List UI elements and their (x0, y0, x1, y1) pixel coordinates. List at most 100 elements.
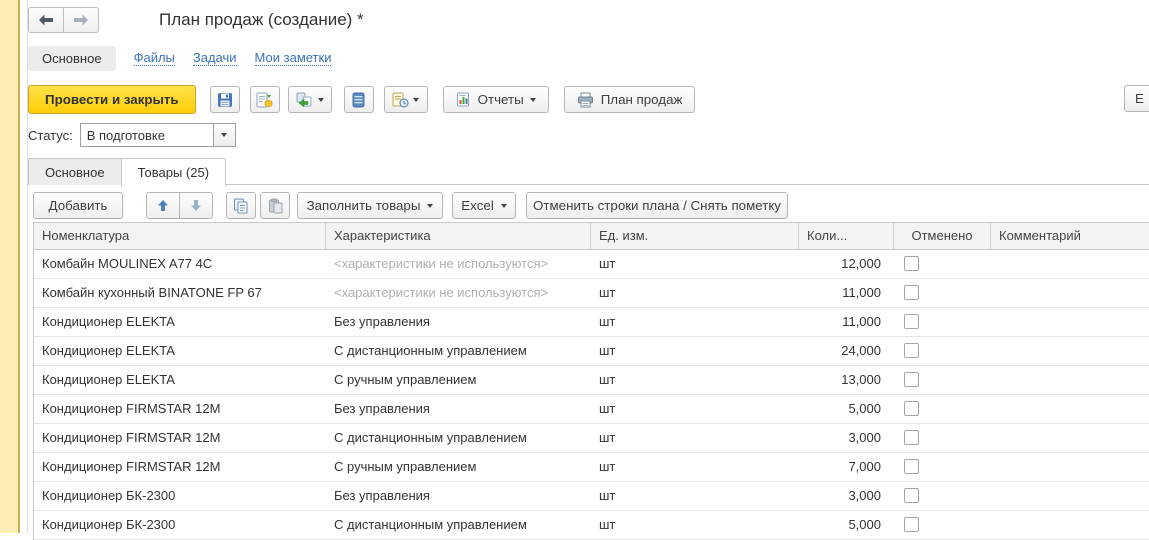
paste-row-button[interactable] (260, 192, 290, 219)
cell-characteristic[interactable]: <характеристики не используются> (326, 279, 591, 307)
cell-quantity[interactable]: 7,000 (799, 453, 894, 481)
add-row-button[interactable]: Добавить (33, 192, 123, 219)
cell-nomenclature[interactable]: Кондиционер ELEKTA (34, 337, 326, 365)
table-row[interactable]: Кондиционер FIRMSTAR 12M Без управления … (34, 395, 1149, 424)
table-row[interactable]: Кондиционер FIRMSTAR 12M С дистанционным… (34, 424, 1149, 453)
create-based-on-button[interactable] (288, 86, 332, 113)
navtab-notes[interactable]: Мои заметки (255, 50, 332, 66)
cell-characteristic[interactable]: С ручным управлением (326, 366, 591, 394)
reports-button[interactable]: Отчеты (443, 86, 549, 113)
cell-nomenclature[interactable]: Кондиционер FIRMSTAR 12M (34, 395, 326, 423)
navtab-main[interactable]: Основное (28, 46, 116, 71)
cell-unit[interactable]: шт (591, 511, 799, 539)
cell-unit[interactable]: шт (591, 279, 799, 307)
cell-nomenclature[interactable]: Кондиционер БК-2300 (34, 511, 326, 539)
post-document-button[interactable] (250, 86, 280, 113)
cancelled-checkbox[interactable] (904, 314, 919, 329)
cell-quantity[interactable]: 5,000 (799, 395, 894, 423)
save-button[interactable] (210, 86, 240, 113)
cell-characteristic[interactable]: С ручным управлением (326, 453, 591, 481)
cell-quantity[interactable]: 24,000 (799, 337, 894, 365)
cell-quantity[interactable]: 3,000 (799, 482, 894, 510)
table-row[interactable]: Кондиционер ELEKTA С дистанционным управ… (34, 337, 1149, 366)
cell-quantity[interactable]: 12,000 (799, 250, 894, 278)
cell-characteristic[interactable]: С дистанционным управлением (326, 337, 591, 365)
cell-nomenclature[interactable]: Комбайн кухонный BINATONE FP 67 (34, 279, 326, 307)
tab-main[interactable]: Основное (28, 158, 122, 185)
cell-unit[interactable]: шт (591, 424, 799, 452)
table-row[interactable]: Кондиционер БК-2300 С дистанционным упра… (34, 511, 1149, 540)
document-schedule-button[interactable] (384, 86, 428, 113)
cell-characteristic[interactable]: <характеристики не используются> (326, 250, 591, 278)
cell-comment[interactable] (991, 424, 1149, 452)
cancelled-checkbox[interactable] (904, 285, 919, 300)
cancelled-checkbox[interactable] (904, 430, 919, 445)
registers-button[interactable] (344, 86, 374, 113)
cell-comment[interactable] (991, 395, 1149, 423)
cell-unit[interactable]: шт (591, 395, 799, 423)
cell-unit[interactable]: шт (591, 453, 799, 481)
table-row[interactable]: Кондиционер FIRMSTAR 12M С ручным управл… (34, 453, 1149, 482)
copy-row-button[interactable] (226, 192, 256, 219)
cell-quantity[interactable]: 3,000 (799, 424, 894, 452)
cell-comment[interactable] (991, 453, 1149, 481)
cancelled-checkbox[interactable] (904, 459, 919, 474)
cell-comment[interactable] (991, 250, 1149, 278)
move-down-button[interactable] (179, 192, 213, 219)
cell-comment[interactable] (991, 366, 1149, 394)
print-plan-button[interactable]: План продаж (564, 86, 696, 113)
cell-unit[interactable]: шт (591, 366, 799, 394)
move-up-button[interactable] (146, 192, 180, 219)
cell-unit[interactable]: шт (591, 308, 799, 336)
status-value[interactable]: В подготовке (80, 123, 214, 147)
cell-unit[interactable]: шт (591, 482, 799, 510)
column-header-comment[interactable]: Комментарий (991, 223, 1149, 249)
table-row[interactable]: Кондиционер ELEKTA Без управления шт 11,… (34, 308, 1149, 337)
cell-nomenclature[interactable]: Кондиционер ELEKTA (34, 366, 326, 394)
column-header-cancelled[interactable]: Отменено (894, 223, 991, 249)
cell-nomenclature[interactable]: Кондиционер FIRMSTAR 12M (34, 424, 326, 452)
cell-nomenclature[interactable]: Кондиционер FIRMSTAR 12M (34, 453, 326, 481)
cell-unit[interactable]: шт (591, 337, 799, 365)
table-row[interactable]: Комбайн MOULINEX A77 4C <характеристики … (34, 250, 1149, 279)
cell-comment[interactable] (991, 308, 1149, 336)
cell-comment[interactable] (991, 482, 1149, 510)
navtab-files[interactable]: Файлы (134, 50, 175, 66)
status-dropdown-button[interactable] (214, 123, 236, 147)
cell-characteristic[interactable]: С дистанционным управлением (326, 511, 591, 539)
status-combobox[interactable]: В подготовке (80, 123, 236, 147)
cancelled-checkbox[interactable] (904, 517, 919, 532)
cell-quantity[interactable]: 11,000 (799, 279, 894, 307)
cancel-plan-rows-button[interactable]: Отменить строки плана / Снять пометку (526, 192, 788, 219)
cell-characteristic[interactable]: Без управления (326, 482, 591, 510)
cell-nomenclature[interactable]: Комбайн MOULINEX A77 4C (34, 250, 326, 278)
post-and-close-button[interactable]: Провести и закрыть (28, 85, 196, 114)
forward-button[interactable] (63, 7, 99, 33)
cell-comment[interactable] (991, 279, 1149, 307)
table-row[interactable]: Кондиционер ELEKTA С ручным управлением … (34, 366, 1149, 395)
cell-comment[interactable] (991, 337, 1149, 365)
cell-nomenclature[interactable]: Кондиционер БК-2300 (34, 482, 326, 510)
cell-characteristic[interactable]: Без управления (326, 395, 591, 423)
cancelled-checkbox[interactable] (904, 343, 919, 358)
cell-nomenclature[interactable]: Кондиционер ELEKTA (34, 308, 326, 336)
column-header-quantity[interactable]: Коли... (799, 223, 894, 249)
column-header-nomenclature[interactable]: Номенклатура (34, 223, 326, 249)
cell-characteristic[interactable]: Без управления (326, 308, 591, 336)
cell-unit[interactable]: шт (591, 250, 799, 278)
cancelled-checkbox[interactable] (904, 372, 919, 387)
column-header-characteristic[interactable]: Характеристика (326, 223, 591, 249)
more-button[interactable]: Е (1124, 85, 1149, 112)
cancelled-checkbox[interactable] (904, 256, 919, 271)
cell-quantity[interactable]: 13,000 (799, 366, 894, 394)
excel-button[interactable]: Excel (452, 192, 516, 219)
cell-quantity[interactable]: 5,000 (799, 511, 894, 539)
fill-goods-button[interactable]: Заполнить товары (297, 192, 443, 219)
cell-quantity[interactable]: 11,000 (799, 308, 894, 336)
table-row[interactable]: Комбайн кухонный BINATONE FP 67 <характе… (34, 279, 1149, 308)
cancelled-checkbox[interactable] (904, 488, 919, 503)
cell-comment[interactable] (991, 511, 1149, 539)
navtab-tasks[interactable]: Задачи (193, 50, 237, 66)
column-header-unit[interactable]: Ед. изм. (591, 223, 799, 249)
table-row[interactable]: Кондиционер БК-2300 Без управления шт 3,… (34, 482, 1149, 511)
